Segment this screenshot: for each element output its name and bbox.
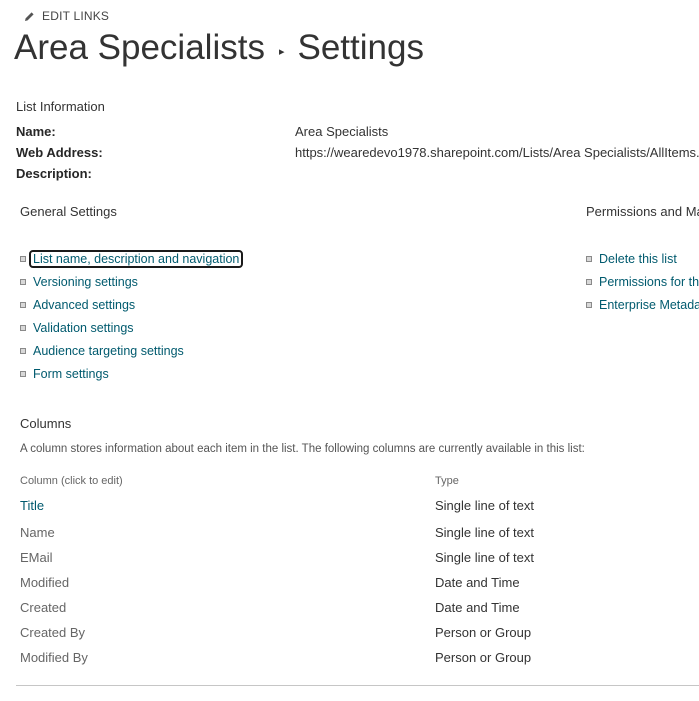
bullet-icon	[20, 279, 26, 285]
columns-description: A column stores information about each i…	[20, 443, 585, 455]
column-type: Single line of text	[435, 525, 535, 540]
link-label: Advanced settings	[33, 298, 136, 312]
table-row: Created By Person or Group	[20, 625, 699, 645]
link-versioning-settings[interactable]: Versioning settings	[20, 275, 138, 289]
web-address-label: Web Address:	[16, 145, 103, 160]
list-information-heading: List Information	[16, 99, 105, 114]
column-type: Date and Time	[435, 600, 520, 615]
bullet-icon	[586, 302, 592, 308]
link-audience-targeting-settings[interactable]: Audience targeting settings	[20, 344, 184, 358]
column-type: Person or Group	[435, 625, 532, 640]
name-row: Name: Area Specialists	[16, 124, 388, 139]
bullet-icon	[20, 371, 26, 377]
link-enterprise-metadata-settings[interactable]: Enterprise Metadata and Keywords Setting…	[586, 298, 699, 312]
table-row: Title Single line of text	[20, 498, 699, 518]
web-address-value: https://wearedevo1978.sharepoint.com/Lis…	[295, 145, 699, 160]
page-title: Settings	[297, 28, 424, 67]
description-label: Description:	[16, 166, 92, 181]
link-form-settings[interactable]: Form settings	[20, 367, 109, 381]
column-name-link[interactable]: Created	[20, 600, 66, 615]
breadcrumb: Area Specialists ▸ Settings	[14, 28, 424, 68]
table-row: Name Single line of text	[20, 525, 699, 545]
column-header-name: Column (click to edit)	[20, 475, 123, 487]
column-name-link[interactable]: Title	[20, 498, 44, 513]
bullet-icon	[20, 302, 26, 308]
link-permissions-for-this-list[interactable]: Permissions for this list	[586, 275, 699, 289]
column-name-link[interactable]: Modified	[20, 575, 69, 590]
link-label: Delete this list	[599, 252, 677, 266]
bullet-icon	[586, 256, 592, 262]
bullet-icon	[20, 348, 26, 354]
link-label: Versioning settings	[33, 275, 138, 289]
list-title-link[interactable]: Area Specialists	[14, 28, 265, 68]
link-label: Permissions for this list	[599, 275, 699, 289]
general-settings-heading: General Settings	[20, 204, 117, 219]
link-label: Audience targeting settings	[33, 344, 184, 358]
edit-links-label: EDIT LINKS	[42, 9, 110, 23]
list-settings-page: EDIT LINKS Area Specialists ▸ Settings L…	[0, 0, 699, 701]
name-value: Area Specialists	[295, 124, 389, 139]
column-type: Date and Time	[435, 575, 520, 590]
column-header-type: Type	[435, 475, 459, 487]
column-name-link[interactable]: Name	[20, 525, 55, 540]
column-name-link[interactable]: Modified By	[20, 650, 88, 665]
columns-heading: Columns	[20, 416, 72, 431]
link-validation-settings[interactable]: Validation settings	[20, 321, 134, 335]
table-row: Modified By Person or Group	[20, 650, 699, 670]
link-label: List name, description and navigation	[28, 250, 244, 268]
column-name-link[interactable]: EMail	[20, 550, 53, 565]
link-list-name-description-navigation[interactable]: List name, description and navigation	[20, 250, 244, 268]
table-row: Modified Date and Time	[20, 575, 699, 595]
permissions-management-heading: Permissions and Management	[586, 204, 699, 219]
table-row: Created Date and Time	[20, 600, 699, 620]
column-name-link[interactable]: Created By	[20, 625, 85, 640]
link-delete-this-list[interactable]: Delete this list	[586, 252, 677, 266]
column-type: Person or Group	[435, 650, 532, 665]
column-type: Single line of text	[435, 550, 535, 565]
bullet-icon	[20, 325, 26, 331]
link-advanced-settings[interactable]: Advanced settings	[20, 298, 135, 312]
column-type: Single line of text	[435, 498, 535, 513]
web-address-row: Web Address: https://wearedevo1978.share…	[16, 145, 699, 160]
link-label: Validation settings	[33, 321, 134, 335]
bullet-icon	[586, 279, 592, 285]
table-row: EMail Single line of text	[20, 550, 699, 570]
section-divider	[16, 685, 699, 686]
link-label: Enterprise Metadata and Keywords Setting…	[599, 298, 699, 312]
edit-links-button[interactable]: EDIT LINKS	[24, 9, 109, 23]
bullet-icon	[20, 256, 26, 262]
name-label: Name:	[16, 124, 56, 139]
breadcrumb-separator-icon: ▸	[278, 45, 285, 58]
description-row: Description:	[16, 166, 92, 181]
link-label: Form settings	[33, 367, 109, 381]
pencil-icon	[25, 11, 34, 21]
